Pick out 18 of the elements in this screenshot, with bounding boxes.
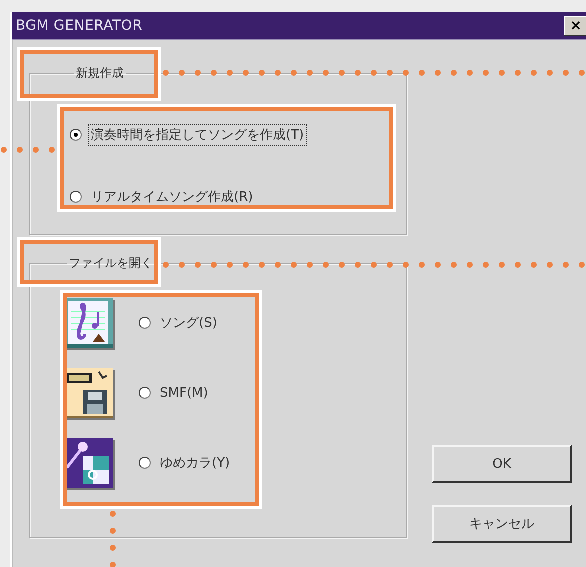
window-title: BGM GENERATOR bbox=[16, 18, 143, 34]
radio-label[interactable]: ゆめカラ(Y) bbox=[157, 452, 234, 474]
group-label: ファイルを開く bbox=[68, 255, 154, 272]
ok-button[interactable]: OK bbox=[432, 445, 572, 483]
close-button[interactable]: × bbox=[564, 16, 586, 36]
leader-line bbox=[109, 510, 117, 567]
radio-label[interactable]: ソング(S) bbox=[157, 312, 220, 334]
radio-label[interactable]: SMF(M) bbox=[157, 384, 212, 402]
radio-button[interactable] bbox=[139, 457, 151, 469]
radio-label[interactable]: 演奏時間を指定してソングを作成(T) bbox=[88, 124, 308, 146]
radio-label[interactable]: リアルタイムソング作成(R) bbox=[88, 186, 256, 208]
radio-button[interactable] bbox=[70, 191, 82, 203]
radio-button[interactable] bbox=[70, 129, 82, 141]
leader-line bbox=[0, 146, 58, 154]
radio-button[interactable] bbox=[139, 317, 151, 329]
cancel-button[interactable]: キャンセル bbox=[432, 505, 572, 543]
group-label: 新規作成 bbox=[75, 65, 125, 82]
radio-button[interactable] bbox=[139, 387, 151, 399]
